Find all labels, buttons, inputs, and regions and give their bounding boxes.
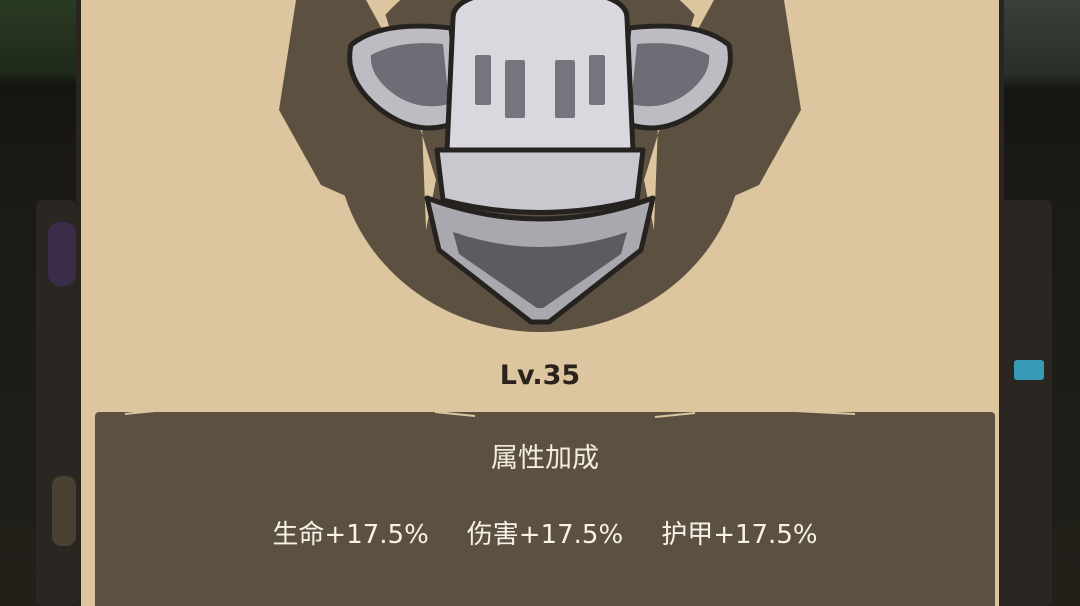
attribute-bonus-box: 属性加成 生命+17.5% 伤害+17.5% 护甲+17.5% bbox=[95, 410, 995, 606]
torn-edge-decoration bbox=[124, 410, 856, 418]
background-item-left bbox=[48, 222, 76, 286]
background-right-blurred bbox=[1000, 0, 1080, 606]
stat-damage: 伤害+17.5% bbox=[466, 520, 624, 550]
background-item-right bbox=[1014, 360, 1044, 380]
attribute-bonus-title: 属性加成 bbox=[491, 443, 599, 474]
game-screen: Lv.35 属性加成 生命+17.5% 伤害+17.5% 护甲+17.5% bbox=[0, 0, 1080, 606]
background-slot-right bbox=[1002, 200, 1052, 606]
background-item-left-lower bbox=[52, 476, 76, 546]
equipment-level: Lv.35 bbox=[499, 360, 581, 391]
stat-hp: 生命+17.5% bbox=[272, 520, 429, 550]
equipment-detail-popup: Lv.35 属性加成 生命+17.5% 伤害+17.5% 护甲+17.5% bbox=[76, 0, 1004, 606]
attribute-bonus-stats: 生命+17.5% 伤害+17.5% 护甲+17.5% bbox=[95, 514, 995, 551]
background-left-blurred bbox=[0, 0, 80, 606]
knight-helmet-emblem bbox=[279, 0, 801, 332]
stat-armor: 护甲+17.5% bbox=[661, 520, 818, 550]
